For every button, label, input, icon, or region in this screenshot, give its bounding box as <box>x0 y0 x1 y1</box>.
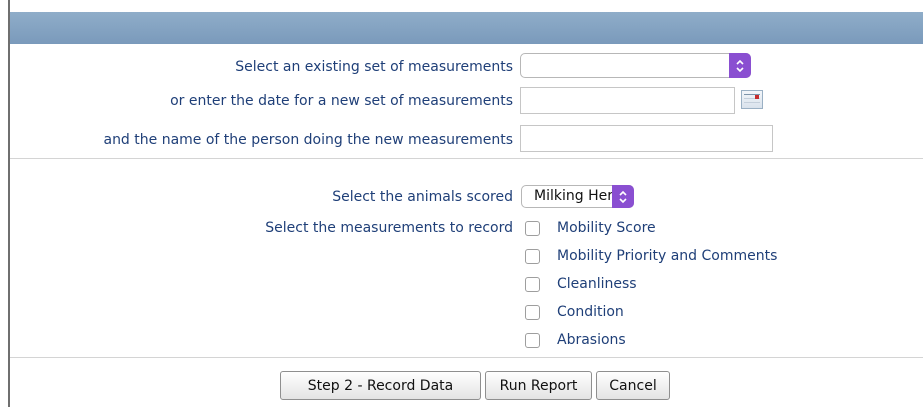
header-bar <box>10 12 923 44</box>
new-date-input[interactable] <box>520 87 735 114</box>
checkbox-mobility-priority[interactable] <box>525 249 540 264</box>
checkbox-label: Cleanliness <box>557 276 637 292</box>
person-name-label: and the name of the person doing the new… <box>103 132 513 148</box>
divider <box>10 158 923 159</box>
run-report-button[interactable]: Run Report <box>485 371 592 400</box>
animals-label: Select the animals scored <box>332 189 513 205</box>
person-name-input[interactable] <box>520 125 773 152</box>
existing-set-select[interactable] <box>520 53 751 78</box>
checkbox-mobility-score[interactable] <box>525 221 540 236</box>
form-panel: Select an existing set of measurements o… <box>8 0 923 407</box>
divider <box>10 357 923 358</box>
checkbox-label: Condition <box>557 304 624 320</box>
checkbox-label: Mobility Score <box>557 220 656 236</box>
animals-select[interactable]: Milking Herd <box>521 185 634 208</box>
animals-selected-value: Milking Herd <box>534 188 622 204</box>
checkbox-abrasions[interactable] <box>525 333 540 348</box>
checkbox-cleanliness[interactable] <box>525 277 540 292</box>
checkbox-condition[interactable] <box>525 305 540 320</box>
calendar-icon[interactable] <box>741 90 763 109</box>
step2-record-data-button[interactable]: Step 2 - Record Data <box>280 371 481 400</box>
cancel-button[interactable]: Cancel <box>596 371 670 400</box>
measurements-label: Select the measurements to record <box>265 220 513 236</box>
checkbox-label: Mobility Priority and Comments <box>557 248 778 264</box>
checkbox-label: Abrasions <box>557 332 626 348</box>
select-stepper-icon <box>612 185 634 208</box>
select-stepper-icon <box>729 53 751 78</box>
existing-set-label: Select an existing set of measurements <box>235 59 513 75</box>
new-date-label: or enter the date for a new set of measu… <box>170 93 513 109</box>
